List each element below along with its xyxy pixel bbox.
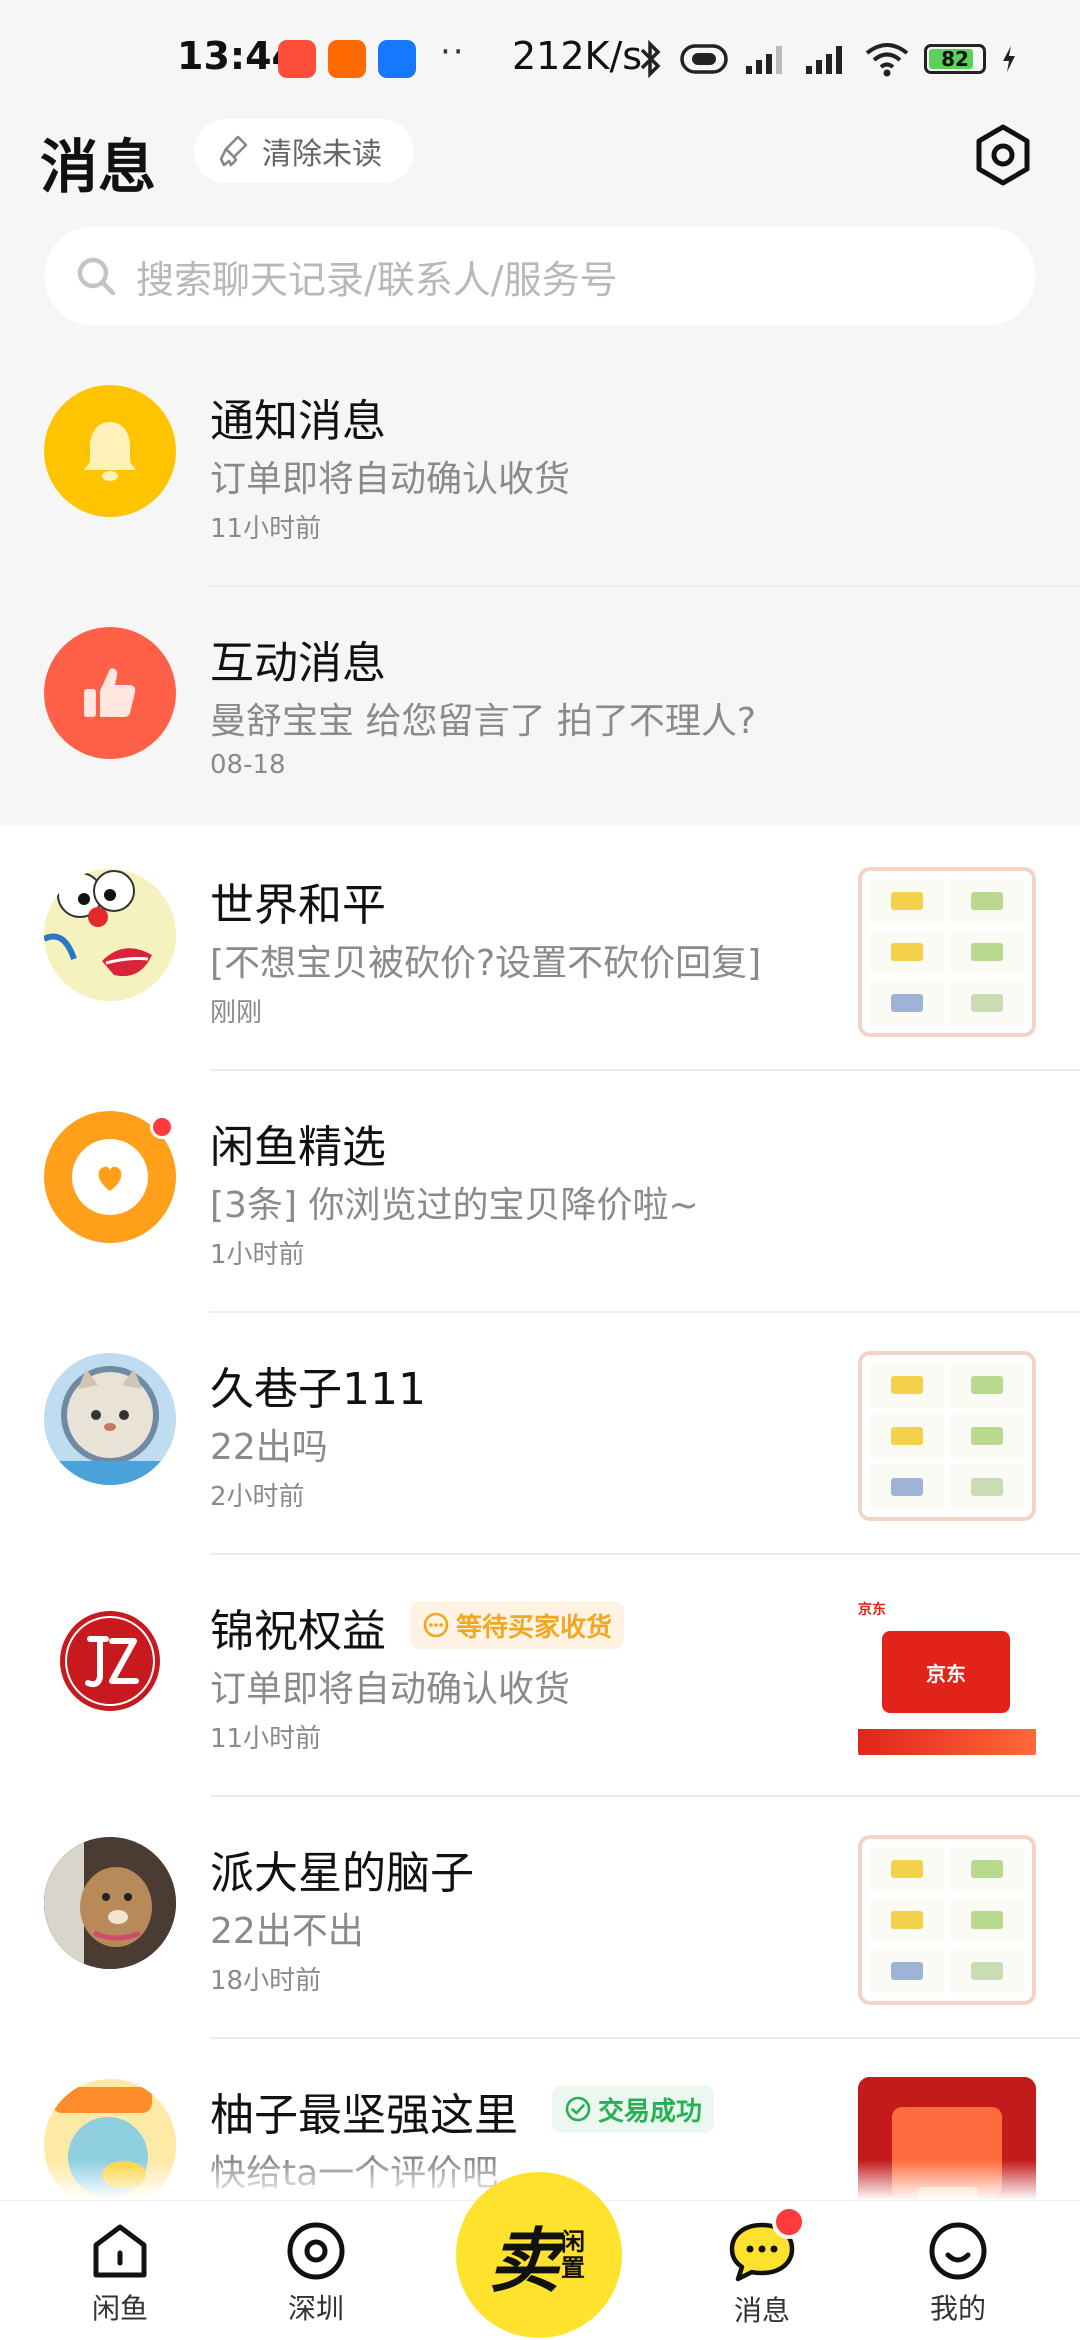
nav-label: 深圳 (287, 2292, 344, 2325)
nav-label: 闲鱼 (91, 2292, 148, 2325)
thumbs-up-icon (84, 668, 136, 717)
dog-photo-image (44, 1837, 176, 1969)
promo-banner (858, 1729, 1036, 1755)
location-icon (287, 2222, 345, 2280)
chat-app-notification-icon (378, 40, 416, 78)
nav-label: 我的 (929, 2292, 986, 2325)
nav-messages-badge (772, 2205, 806, 2239)
jz-logo-image (60, 1611, 160, 1711)
battery-indicator: 82 (924, 44, 986, 74)
conversation-time: 11小时前 (210, 1724, 322, 1754)
status-bar: 13:44 ·· 212K/s 82 (0, 0, 1080, 118)
wifi-icon (865, 43, 909, 77)
conversation-name: 互动消息 (210, 638, 386, 689)
conversation-row[interactable]: 派大星的脑子 22出不出 18小时前 (0, 1797, 1080, 2039)
conversation-name: 派大星的脑子 (210, 1848, 474, 1899)
unread-dot (150, 1115, 174, 1139)
bluetooth-icon (640, 40, 661, 78)
more-notifications-icon: ·· (440, 32, 466, 72)
conversation-preview: 曼舒宝宝 给您留言了 拍了不理人? (210, 701, 756, 742)
product-thumbnail (858, 1351, 1036, 1521)
product-collage-image (858, 867, 1036, 1037)
nav-label: 消息 (733, 2294, 790, 2327)
conversation-featured[interactable]: 闲鱼精选 [3条] 你浏览过的宝贝降价啦~ 1小时前 (0, 1071, 1080, 1313)
clear-unread-label: 清除未读 (262, 137, 382, 172)
gift-card-image: 京东 (882, 1631, 1010, 1713)
status-badge: 等待买家收货 (410, 1601, 625, 1649)
app-notification-icon (278, 40, 316, 78)
conversation-notifications[interactable]: 通知消息 订单即将自动确认收货 11小时前 (0, 345, 1080, 587)
sell-sub-label: 闲置 (561, 2228, 585, 2282)
conversation-name: 闲鱼精选 (210, 1122, 386, 1173)
cartoon-avatar-image (44, 869, 176, 1001)
conversation-name: 久巷子111 (210, 1364, 426, 1415)
thumb-brand-text: 京东 (858, 1602, 886, 1618)
page-title: 消息 (40, 133, 157, 201)
product-thumbnail: 京东 京东 (858, 1593, 1036, 1763)
conversation-time: 08-18 (210, 750, 286, 780)
settings-hexagon-icon (976, 124, 1030, 186)
taobao-notification-icon (328, 40, 366, 78)
notification-avatar (44, 385, 176, 517)
charging-icon (1003, 46, 1015, 72)
gift-card-brand: 京东 (926, 1661, 966, 1686)
product-thumbnail (858, 867, 1036, 1037)
signal-2-icon (806, 46, 842, 74)
status-badge-label: 等待买家收货 (456, 1612, 613, 1643)
conversation-time: 18小时前 (210, 1966, 322, 1996)
vibrate-icon (680, 44, 728, 74)
pending-icon (423, 1612, 449, 1638)
product-thumbnail (858, 1835, 1036, 2005)
search-placeholder: 搜索聊天记录/联系人/服务号 (136, 257, 618, 302)
nav-messages[interactable]: 消息 (692, 2221, 832, 2329)
bell-icon (84, 422, 136, 481)
search-input[interactable]: 搜索聊天记录/联系人/服务号 (44, 227, 1036, 325)
messages-screen: 13:44 ·· 212K/s 82 消息 清除未读 搜索聊天记录/联系人/服务… (0, 0, 1080, 2340)
conversation-name: 世界和平 (210, 880, 386, 931)
conversation-preview: 22出吗 (210, 1427, 328, 1468)
conversation-interactions[interactable]: 互动消息 曼舒宝宝 给您留言了 拍了不理人? 08-18 (0, 587, 1080, 829)
conversation-time: 1小时前 (210, 1240, 305, 1270)
conversation-preview: 订单即将自动确认收货 (210, 1669, 571, 1710)
check-circle-icon (565, 2096, 591, 2122)
conversation-time: 11小时前 (210, 514, 322, 544)
product-collage-image (858, 1351, 1036, 1521)
status-badge-label: 交易成功 (598, 2096, 703, 2127)
sell-main-label: 卖 (489, 2219, 559, 2302)
conversation-name: 通知消息 (210, 396, 386, 447)
broom-icon (219, 135, 248, 167)
search-icon (77, 257, 116, 296)
nav-location[interactable]: 深圳 (246, 2221, 386, 2327)
clear-unread-button[interactable]: 清除未读 (194, 119, 414, 183)
conversation-time: 2小时前 (210, 1482, 305, 1512)
conversation-name: 柚子最坚强这里 (210, 2090, 518, 2141)
status-icons: 82 (636, 40, 1018, 78)
conversation-preview: [不想宝贝被砍价?设置不砍价回复] (210, 943, 762, 984)
network-speed: 212K/s (512, 34, 643, 78)
nav-profile[interactable]: 我的 (888, 2221, 1028, 2327)
settings-button[interactable] (970, 122, 1036, 188)
home-icon (93, 2224, 147, 2278)
battery-level: 82 (941, 47, 969, 71)
cat-avatar (44, 1353, 176, 1485)
dog-avatar (44, 1837, 176, 1969)
jz-logo-avatar (44, 1595, 176, 1727)
cat-avatar-image (44, 1353, 176, 1485)
conversation-preview: 订单即将自动确认收货 (210, 459, 571, 500)
signal-1-icon (746, 46, 782, 74)
conversation-row[interactable]: 世界和平 [不想宝贝被砍价?设置不砍价回复] 刚刚 (0, 829, 1080, 1071)
conversation-preview: [3条] 你浏览过的宝贝降价啦~ (210, 1185, 699, 1226)
conversation-time: 刚刚 (210, 998, 263, 1028)
interaction-avatar (44, 627, 176, 759)
sell-idle-button[interactable]: 卖 闲置 (456, 2172, 622, 2338)
nav-home[interactable]: 闲鱼 (50, 2221, 190, 2327)
conversation-preview: 22出不出 (210, 1911, 364, 1952)
profile-icon (929, 2222, 987, 2280)
conversation-row[interactable]: 锦祝权益 等待买家收货 订单即将自动确认收货 11小时前 京东 京东 (0, 1555, 1080, 1797)
doraemon-avatar (44, 869, 176, 1001)
conversation-name: 锦祝权益 (210, 1606, 386, 1657)
product-collage-image (858, 1835, 1036, 2005)
status-badge: 交易成功 (552, 2085, 715, 2133)
conversation-row[interactable]: 久巷子111 22出吗 2小时前 (0, 1313, 1080, 1555)
